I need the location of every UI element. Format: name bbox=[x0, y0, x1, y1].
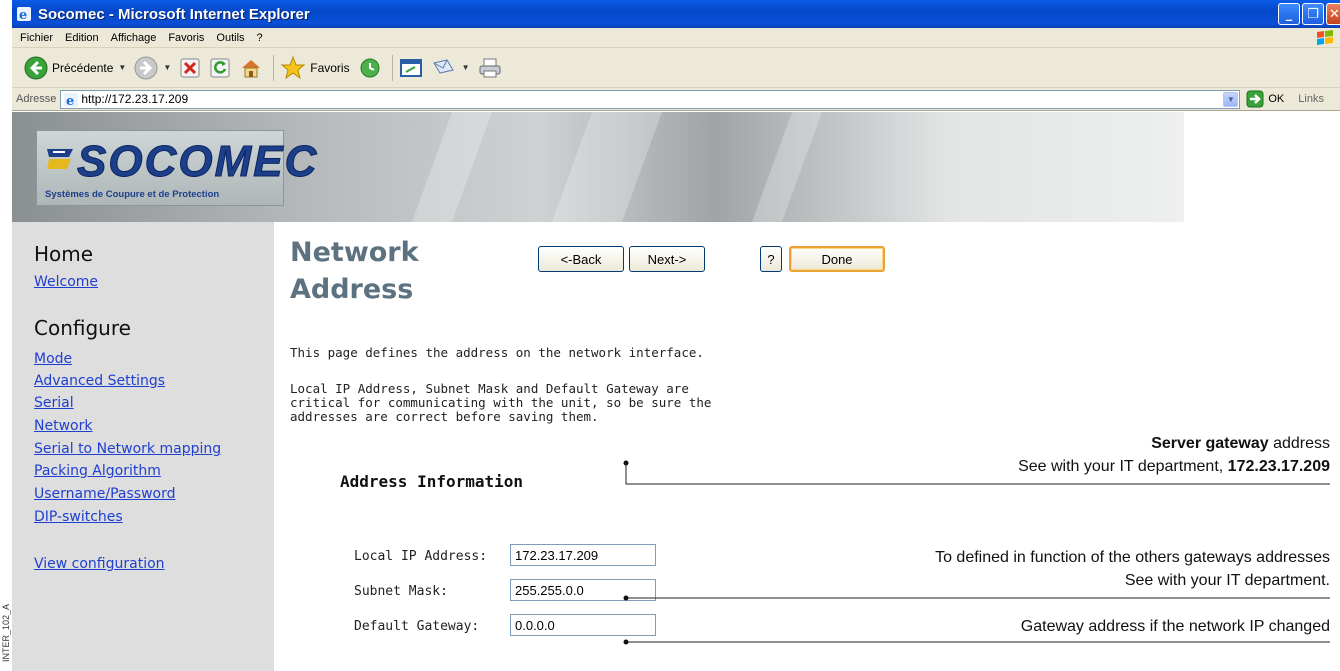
address-dropdown-icon[interactable]: ▼ bbox=[1223, 91, 1239, 107]
sidebar-item-advanced-settings[interactable]: Advanced Settings bbox=[34, 373, 165, 389]
done-button[interactable]: Done bbox=[789, 246, 885, 272]
sidebar-item-packing-algorithm[interactable]: Packing Algorithm bbox=[34, 463, 161, 479]
favorites-label: Favoris bbox=[310, 60, 350, 75]
menu-bar: Fichier Edition Affichage Favoris Outils… bbox=[12, 28, 1340, 48]
stop-icon bbox=[180, 58, 200, 77]
close-button[interactable]: ✕ bbox=[1326, 3, 1340, 25]
home-button[interactable] bbox=[239, 56, 263, 80]
sidebar-nav: Home Welcome Configure Mode Advanced Set… bbox=[12, 222, 274, 671]
back-dropdown-icon[interactable]: ▼ bbox=[118, 63, 126, 72]
minimize-button[interactable]: _ bbox=[1278, 3, 1300, 25]
print-icon bbox=[479, 58, 500, 77]
menu-affichage[interactable]: Affichage bbox=[105, 32, 163, 44]
logo-mark-icon bbox=[47, 149, 73, 169]
forward-button[interactable]: ▼ bbox=[134, 56, 171, 80]
back-arrow-icon bbox=[24, 56, 48, 79]
toolbar-separator bbox=[391, 54, 393, 81]
main-panel: Network Address <-Back Next-> ? Done Thi… bbox=[274, 222, 1340, 671]
socomec-logo: SOCOMEC Systèmes de Coupure et de Protec… bbox=[36, 130, 317, 206]
page-icon: e bbox=[64, 92, 79, 108]
page-content: SOCOMEC Systèmes de Coupure et de Protec… bbox=[12, 112, 1340, 671]
logo-wordmark: SOCOMEC bbox=[76, 137, 319, 187]
sidebar-heading-configure: Configure bbox=[34, 316, 131, 340]
address-bar: Adresse e http://172.23.17.209 ▼ OK Link… bbox=[12, 88, 1340, 111]
default-gateway-input[interactable]: 0.0.0.0 bbox=[510, 614, 656, 636]
svg-text:e: e bbox=[19, 8, 27, 22]
ie-icon: e bbox=[17, 7, 31, 22]
mail-dropdown-icon[interactable]: ▼ bbox=[462, 63, 470, 72]
address-label: Adresse bbox=[16, 93, 57, 105]
help-button[interactable]: ? bbox=[760, 246, 782, 272]
sidebar-item-serial-to-network[interactable]: Serial to Network mapping bbox=[34, 441, 221, 457]
windows-flag-icon bbox=[1317, 30, 1333, 45]
browser-window: e Socomec - Microsoft Internet Explorer … bbox=[12, 0, 1340, 671]
stop-button[interactable] bbox=[179, 57, 201, 79]
favorites-button[interactable]: Favoris bbox=[280, 55, 350, 81]
document-code: INTER_102_A bbox=[1, 603, 11, 663]
print-button[interactable] bbox=[478, 57, 502, 79]
address-input[interactable]: e http://172.23.17.209 ▼ bbox=[60, 89, 1241, 109]
sidebar-item-mode[interactable]: Mode bbox=[34, 351, 72, 367]
note-text: Local IP Address, Subnet Mask and Defaul… bbox=[290, 381, 712, 424]
go-arrow-icon bbox=[1246, 90, 1264, 108]
intro-text: This page defines the address on the net… bbox=[290, 345, 704, 360]
forward-arrow-icon bbox=[134, 56, 158, 79]
page-title: Network Address bbox=[290, 237, 419, 305]
local-ip-input[interactable]: 172.23.17.209 bbox=[510, 544, 656, 566]
sidebar-item-welcome[interactable]: Welcome bbox=[34, 274, 98, 290]
back-nav-button[interactable]: <-Back bbox=[538, 246, 624, 272]
sidebar-item-serial[interactable]: Serial bbox=[34, 395, 74, 411]
mail-button[interactable]: ▼ bbox=[431, 57, 470, 79]
header-banner: SOCOMEC Systèmes de Coupure et de Protec… bbox=[12, 112, 1184, 222]
logo-tagline: Systèmes de Coupure et de Protection bbox=[45, 189, 220, 200]
svg-text:e: e bbox=[66, 94, 74, 108]
title-bar: e Socomec - Microsoft Internet Explorer … bbox=[12, 0, 1340, 28]
address-url: http://172.23.17.209 bbox=[81, 92, 189, 106]
next-nav-button[interactable]: Next-> bbox=[629, 246, 705, 272]
favorites-star-icon bbox=[280, 55, 306, 79]
media-button[interactable] bbox=[399, 57, 423, 79]
sidebar-item-network[interactable]: Network bbox=[34, 418, 92, 434]
refresh-icon bbox=[210, 58, 230, 77]
mail-icon bbox=[432, 58, 454, 74]
sidebar-item-username-password[interactable]: Username/Password bbox=[34, 486, 175, 502]
window-title: Socomec - Microsoft Internet Explorer bbox=[38, 5, 310, 23]
go-button[interactable]: OK bbox=[1246, 90, 1284, 108]
default-gateway-label: Default Gateway: bbox=[354, 619, 480, 634]
back-button[interactable]: Précédente ▼ bbox=[24, 56, 126, 80]
sidebar-heading-home: Home bbox=[34, 242, 94, 266]
go-label: OK bbox=[1268, 93, 1285, 105]
forward-dropdown-icon[interactable]: ▼ bbox=[163, 63, 171, 72]
home-icon bbox=[242, 59, 261, 77]
sidebar-item-dip-switches[interactable]: DIP-switches bbox=[34, 509, 123, 525]
subnet-mask-label: Subnet Mask: bbox=[354, 584, 448, 599]
toolbar-separator bbox=[273, 54, 275, 81]
sidebar-item-view-configuration[interactable]: View configuration bbox=[34, 556, 165, 572]
back-label: Précédente bbox=[52, 60, 114, 75]
menu-edition[interactable]: Edition bbox=[59, 32, 105, 44]
local-ip-label: Local IP Address: bbox=[354, 549, 488, 564]
toolbar: Précédente ▼ ▼ Favoris ▼ bbox=[12, 48, 1340, 88]
section-heading: Address Information bbox=[340, 472, 524, 491]
menu-favoris[interactable]: Favoris bbox=[162, 32, 210, 44]
menu-fichier[interactable]: Fichier bbox=[14, 32, 59, 44]
menu-outils[interactable]: Outils bbox=[210, 32, 250, 44]
history-icon bbox=[360, 58, 380, 77]
media-icon bbox=[399, 58, 422, 77]
history-button[interactable] bbox=[358, 56, 382, 80]
refresh-button[interactable] bbox=[209, 57, 231, 79]
links-button[interactable]: Links bbox=[1298, 93, 1324, 105]
restore-button[interactable]: ❐ bbox=[1302, 3, 1324, 25]
menu-help[interactable]: ? bbox=[251, 32, 269, 44]
subnet-mask-input[interactable]: 255.255.0.0 bbox=[510, 579, 656, 601]
